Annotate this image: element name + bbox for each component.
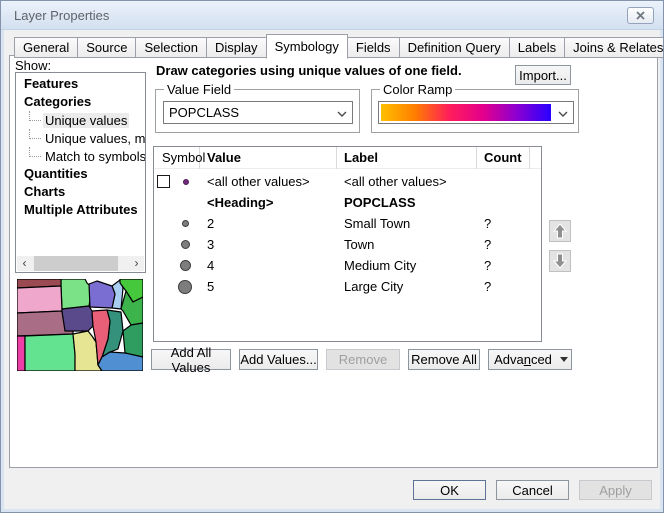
table-row-value-3[interactable]: 3 Town ?: [154, 234, 541, 255]
tree-connector: [29, 147, 41, 157]
header-symbol[interactable]: Symbol: [154, 147, 200, 169]
point-symbol-icon[interactable]: [181, 240, 190, 249]
dropdown-arrow-icon: [560, 357, 568, 362]
apply-button[interactable]: Apply: [579, 480, 652, 500]
table-row-value-2[interactable]: 2 Small Town ?: [154, 213, 541, 234]
tree-item-charts[interactable]: Charts: [16, 183, 145, 201]
tab-fields[interactable]: Fields: [348, 37, 400, 58]
value-field-dropdown[interactable]: POPCLASS: [163, 101, 353, 124]
value-field-selected: POPCLASS: [169, 105, 239, 120]
tree-item-multiple-attributes[interactable]: Multiple Attributes: [16, 201, 145, 219]
tab-symbology[interactable]: Symbology: [266, 34, 348, 59]
remove-button[interactable]: Remove: [326, 349, 400, 370]
add-values-button[interactable]: Add Values...: [239, 349, 318, 370]
tree-item-unique-values-many[interactable]: Unique values, many: [16, 129, 145, 147]
tab-strip: General Source Selection Display Symbolo…: [14, 34, 664, 58]
table-row-all-other-values[interactable]: <all other values> <all other values>: [154, 171, 541, 192]
tree-horizontal-scrollbar[interactable]: ‹›: [17, 256, 144, 271]
chevron-down-icon: [558, 111, 568, 117]
close-button[interactable]: [627, 7, 654, 24]
window-title: Layer Properties: [14, 8, 109, 23]
all-other-values-checkbox[interactable]: [157, 175, 170, 188]
header-count[interactable]: Count: [477, 147, 530, 169]
map-state: [61, 279, 92, 309]
arrow-up-icon: [553, 223, 567, 239]
header-label[interactable]: Label: [337, 147, 477, 169]
table-row-value-4[interactable]: 4 Medium City ?: [154, 255, 541, 276]
move-down-button[interactable]: [549, 250, 571, 272]
tab-definition-query[interactable]: Definition Query: [400, 37, 510, 58]
tree-connector: [29, 111, 41, 121]
close-icon: [636, 11, 645, 20]
layer-properties-dialog: Layer Properties General Source Selectio…: [0, 0, 664, 513]
tab-display[interactable]: Display: [207, 37, 267, 58]
arrow-down-icon: [553, 253, 567, 269]
tab-selection[interactable]: Selection: [136, 37, 206, 58]
value-field-group: Value Field POPCLASS: [155, 89, 360, 133]
header-value[interactable]: Value: [200, 147, 337, 169]
tab-labels[interactable]: Labels: [510, 37, 565, 58]
color-ramp-dropdown[interactable]: [378, 101, 574, 124]
table-row-heading[interactable]: <Heading> POPCLASS: [154, 192, 541, 213]
tree-item-unique-values[interactable]: Unique values: [16, 111, 145, 129]
value-field-legend: Value Field: [164, 82, 234, 97]
map-state: [25, 334, 75, 371]
symbol-list-header: Symbol Value Label Count: [154, 147, 541, 169]
map-preview: [17, 279, 143, 371]
point-symbol-icon[interactable]: [182, 220, 189, 227]
tab-general[interactable]: General: [14, 37, 78, 58]
cancel-button[interactable]: Cancel: [496, 480, 569, 500]
tree-item-match-symbols[interactable]: Match to symbols in a: [16, 147, 145, 165]
table-row-value-5[interactable]: 5 Large City ?: [154, 276, 541, 297]
color-ramp-gradient: [381, 104, 551, 121]
ok-button[interactable]: OK: [413, 480, 486, 500]
tab-source[interactable]: Source: [78, 37, 136, 58]
titlebar[interactable]: Layer Properties: [1, 1, 663, 30]
point-symbol-icon[interactable]: [183, 179, 189, 185]
map-state: [123, 323, 143, 357]
advanced-button[interactable]: Advanced: [488, 349, 572, 370]
tree-item-features[interactable]: Features: [16, 75, 145, 93]
scroll-thumb[interactable]: [34, 256, 118, 271]
scroll-left-icon[interactable]: ‹: [17, 257, 32, 270]
point-symbol-icon[interactable]: [178, 280, 192, 294]
color-ramp-group: Color Ramp: [371, 89, 579, 133]
tree-item-quantities[interactable]: Quantities: [16, 165, 145, 183]
remove-all-button[interactable]: Remove All: [408, 349, 480, 370]
tab-joins-relates[interactable]: Joins & Relates: [565, 37, 664, 58]
map-state: [62, 306, 93, 331]
show-label: Show:: [15, 58, 51, 73]
map-state: [89, 281, 115, 308]
import-button[interactable]: Import...: [515, 65, 571, 85]
color-ramp-legend: Color Ramp: [380, 82, 455, 97]
tree-item-categories[interactable]: Categories: [16, 93, 145, 111]
move-up-button[interactable]: [549, 220, 571, 242]
map-state: [17, 286, 62, 313]
scroll-right-icon[interactable]: ›: [129, 257, 144, 270]
map-state: [17, 336, 25, 371]
method-description: Draw categories using unique values of o…: [156, 63, 506, 78]
show-tree: Features Categories Unique values Unique…: [15, 72, 146, 273]
tree-connector: [29, 129, 41, 139]
symbol-list: Symbol Value Label Count <all other valu…: [153, 146, 542, 342]
add-all-values-button[interactable]: Add All Values: [151, 349, 231, 370]
chevron-down-icon: [337, 111, 347, 117]
point-symbol-icon[interactable]: [180, 260, 191, 271]
